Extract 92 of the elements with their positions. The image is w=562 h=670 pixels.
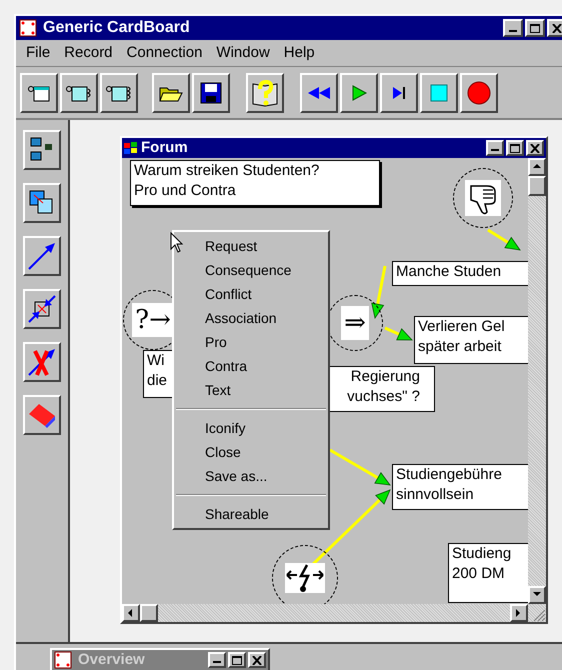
card-text: vuchses" ? xyxy=(346,387,420,407)
scroll-down-button[interactable] xyxy=(528,586,546,604)
connector-arrow xyxy=(329,448,391,486)
maximize-button[interactable] xyxy=(228,652,246,668)
close-icon xyxy=(252,656,262,664)
context-menu-item[interactable]: Text xyxy=(174,378,328,402)
layout-tool-button[interactable] xyxy=(23,130,61,170)
connector-arrow xyxy=(384,326,413,340)
context-menu-item[interactable]: Contra xyxy=(174,354,328,378)
minimize-button[interactable] xyxy=(208,652,226,668)
diagonal-arrow-icon xyxy=(27,241,57,271)
crossed-arrow-icon xyxy=(27,347,57,377)
eraser-tool-button[interactable] xyxy=(23,395,61,435)
card[interactable]: Wi die xyxy=(143,350,172,398)
scroll-up-button[interactable] xyxy=(528,158,546,176)
conflict-icon xyxy=(285,563,325,593)
step-button[interactable] xyxy=(380,72,418,112)
cardboard-logo-icon xyxy=(19,19,37,37)
scroll-thumb[interactable] xyxy=(528,176,546,196)
scroll-left-button[interactable] xyxy=(122,604,140,622)
card-text: Verlieren Gel xyxy=(418,317,506,337)
open-button[interactable] xyxy=(152,72,190,112)
menu-item[interactable]: Record xyxy=(64,42,113,64)
window-title: Generic CardBoard xyxy=(43,18,191,38)
menu-item[interactable]: Connection xyxy=(126,42,202,64)
minimize-button[interactable] xyxy=(503,19,523,37)
connector-arrow xyxy=(371,266,386,319)
node-symbol: ⇒ xyxy=(341,306,369,340)
scroll-thumb[interactable] xyxy=(140,604,158,622)
context-menu-item[interactable]: Close xyxy=(174,440,328,464)
link-cards-tool-button[interactable] xyxy=(23,183,61,223)
card-text: 200 DM xyxy=(452,564,506,584)
record-button[interactable] xyxy=(460,72,498,112)
play-button[interactable] xyxy=(340,72,378,112)
card-text: sinnvollsein xyxy=(396,485,475,505)
eraser-icon xyxy=(27,402,57,428)
stop-button[interactable] xyxy=(420,72,458,112)
card-text: Manche Studen xyxy=(396,262,502,282)
scroll-right-button[interactable] xyxy=(510,604,528,622)
new-card-button[interactable] xyxy=(20,72,58,112)
record-icon xyxy=(467,80,491,104)
delete-arrow-tool-button[interactable] xyxy=(23,342,61,382)
close-icon xyxy=(552,24,562,32)
card-text: Studieng xyxy=(452,544,512,564)
card-text: Regierung xyxy=(350,367,420,387)
help-book-icon xyxy=(250,78,280,108)
close-button[interactable] xyxy=(547,19,562,37)
minimize-button[interactable] xyxy=(486,140,504,156)
card-text: Studiengebühre xyxy=(396,465,503,485)
rewind-button[interactable] xyxy=(300,72,338,112)
play-icon xyxy=(350,84,368,102)
context-menu-item[interactable]: Save as... xyxy=(174,464,328,488)
maximize-button[interactable] xyxy=(506,140,524,156)
card[interactable]: Manche Studen xyxy=(392,261,528,286)
card-text: die xyxy=(147,371,168,391)
card-text: Pro und Contra xyxy=(134,181,237,201)
detach-icon xyxy=(27,294,57,324)
context-menu-item[interactable]: Iconify xyxy=(174,416,328,440)
cards-button[interactable] xyxy=(60,72,98,112)
node-symbol: ?→ xyxy=(132,303,174,337)
connector-arrow xyxy=(487,228,521,251)
cardboard-logo-icon xyxy=(54,651,72,669)
forum-title: Forum xyxy=(141,138,189,158)
rewind-icon xyxy=(306,84,332,100)
menu-item[interactable]: Help xyxy=(284,42,315,64)
save-button[interactable] xyxy=(192,72,230,112)
card-text: Wi xyxy=(147,351,166,371)
card[interactable]: Regierung vuchses" ? xyxy=(330,366,435,412)
close-button[interactable] xyxy=(526,140,544,156)
close-button[interactable] xyxy=(248,652,266,668)
context-menu-item[interactable]: Shareable xyxy=(174,502,328,526)
close-icon xyxy=(530,144,540,152)
help-button[interactable] xyxy=(246,72,284,112)
contra-node[interactable] xyxy=(453,168,513,228)
window-logo-icon xyxy=(124,142,137,154)
context-menu-item[interactable]: Consequence xyxy=(174,258,328,282)
overview-title: Overview xyxy=(78,650,146,670)
card-text: später arbeit xyxy=(418,337,502,357)
card[interactable]: Warum streiken Studenten? Pro und Contra xyxy=(130,160,380,206)
card-text: Warum streiken Studenten? xyxy=(134,161,320,181)
arrow-tool-button[interactable] xyxy=(23,236,61,276)
cards-button[interactable] xyxy=(100,72,138,112)
delete-node-tool-button[interactable] xyxy=(23,289,61,329)
card[interactable]: Studieng 200 DM xyxy=(448,543,528,603)
card[interactable]: Studiengebühre sinnvollsein xyxy=(392,464,528,510)
stop-icon xyxy=(430,84,448,102)
maximize-button[interactable] xyxy=(525,19,545,37)
card[interactable]: Verlieren Gel später arbeit xyxy=(414,316,528,364)
menu-item[interactable]: File xyxy=(26,42,50,64)
step-forward-icon xyxy=(391,84,407,100)
thumbs-down-icon xyxy=(465,180,501,216)
menu-item[interactable]: Window xyxy=(216,42,270,64)
